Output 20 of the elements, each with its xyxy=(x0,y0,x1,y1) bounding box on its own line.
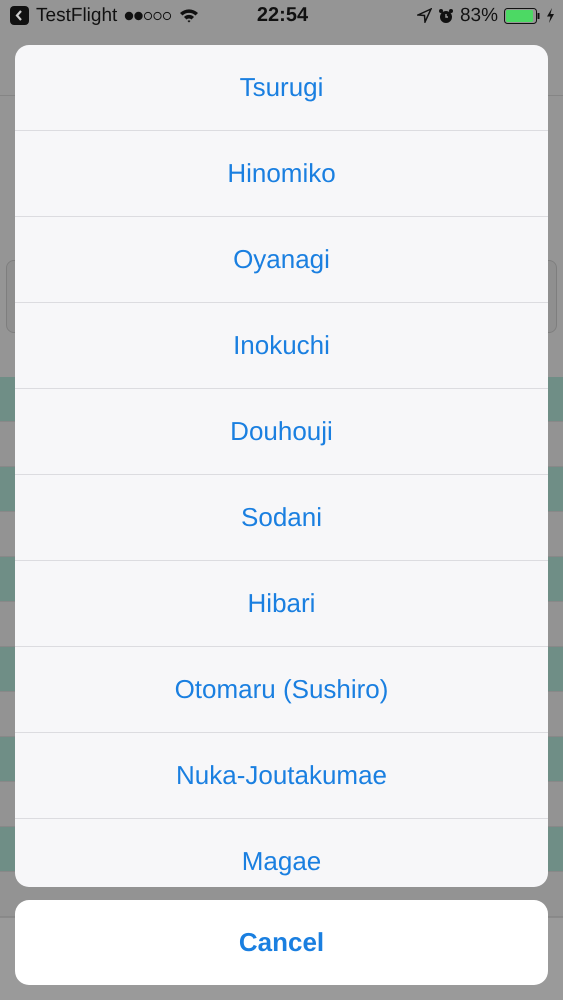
option-button[interactable]: Tsurugi xyxy=(15,45,548,131)
back-icon[interactable] xyxy=(10,6,29,26)
option-button[interactable]: Douhouji xyxy=(15,389,548,475)
option-button[interactable]: Inokuchi xyxy=(15,303,548,389)
charging-bolt-icon xyxy=(546,8,555,24)
alarm-clock-icon xyxy=(438,8,454,24)
battery-icon xyxy=(504,8,540,24)
option-button[interactable]: Otomaru (Sushiro) xyxy=(15,647,548,733)
option-button[interactable]: Nuka-Joutakumae xyxy=(15,733,548,819)
battery-percentage: 83% xyxy=(460,4,498,27)
option-button[interactable]: Hibari xyxy=(15,561,548,647)
location-arrow-icon xyxy=(416,8,432,24)
option-button[interactable]: Hinomiko xyxy=(15,131,548,217)
signal-dots-icon xyxy=(124,10,172,21)
option-button[interactable]: Sodani xyxy=(15,475,548,561)
option-button[interactable]: Oyanagi xyxy=(15,217,548,303)
wifi-icon xyxy=(179,8,200,24)
back-app-label[interactable]: TestFlight xyxy=(36,4,118,27)
cancel-button[interactable]: Cancel xyxy=(15,900,548,985)
clock-time: 22:54 xyxy=(256,4,308,26)
